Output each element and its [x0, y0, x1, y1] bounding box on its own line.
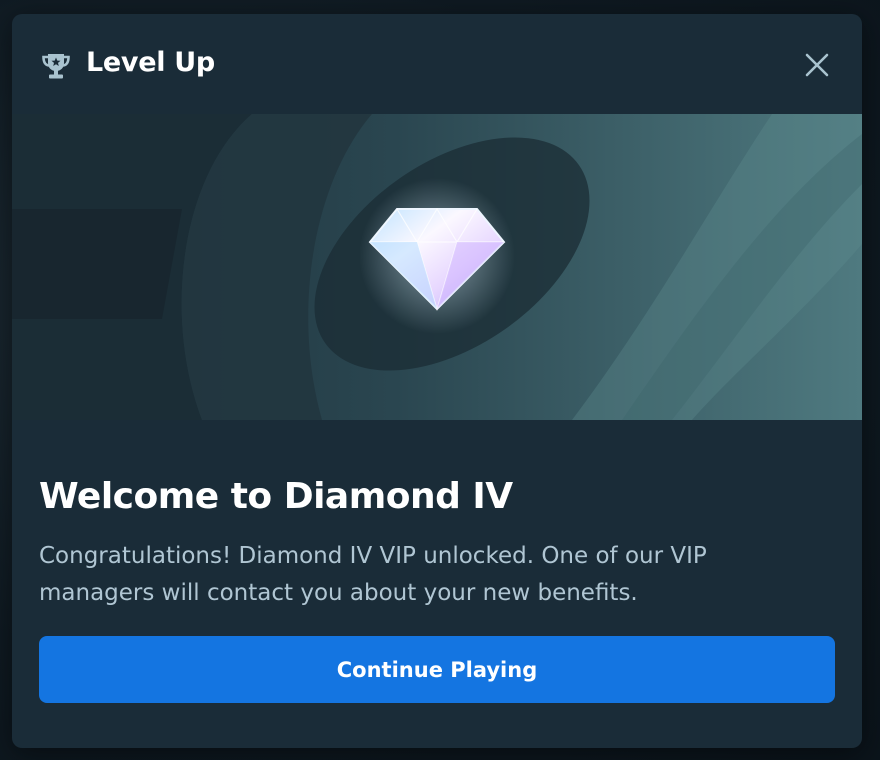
modal-heading: Welcome to Diamond IV: [39, 476, 513, 517]
banner-art: [12, 114, 862, 420]
trophy-icon: [40, 50, 72, 82]
modal-message: Congratulations! Diamond IV VIP unlocked…: [39, 543, 707, 606]
close-icon[interactable]: [802, 50, 832, 80]
rank-banner: [12, 114, 862, 420]
modal-header: Level Up: [12, 14, 862, 114]
modal-body: Welcome to Diamond IV Congratulations! D…: [12, 420, 862, 748]
level-up-modal: Level Up Welcome to Diamond IV Congratul…: [12, 14, 862, 748]
diamond-icon: [359, 178, 515, 334]
continue-playing-button[interactable]: Continue Playing: [39, 636, 835, 703]
modal-title: Level Up: [86, 47, 215, 78]
